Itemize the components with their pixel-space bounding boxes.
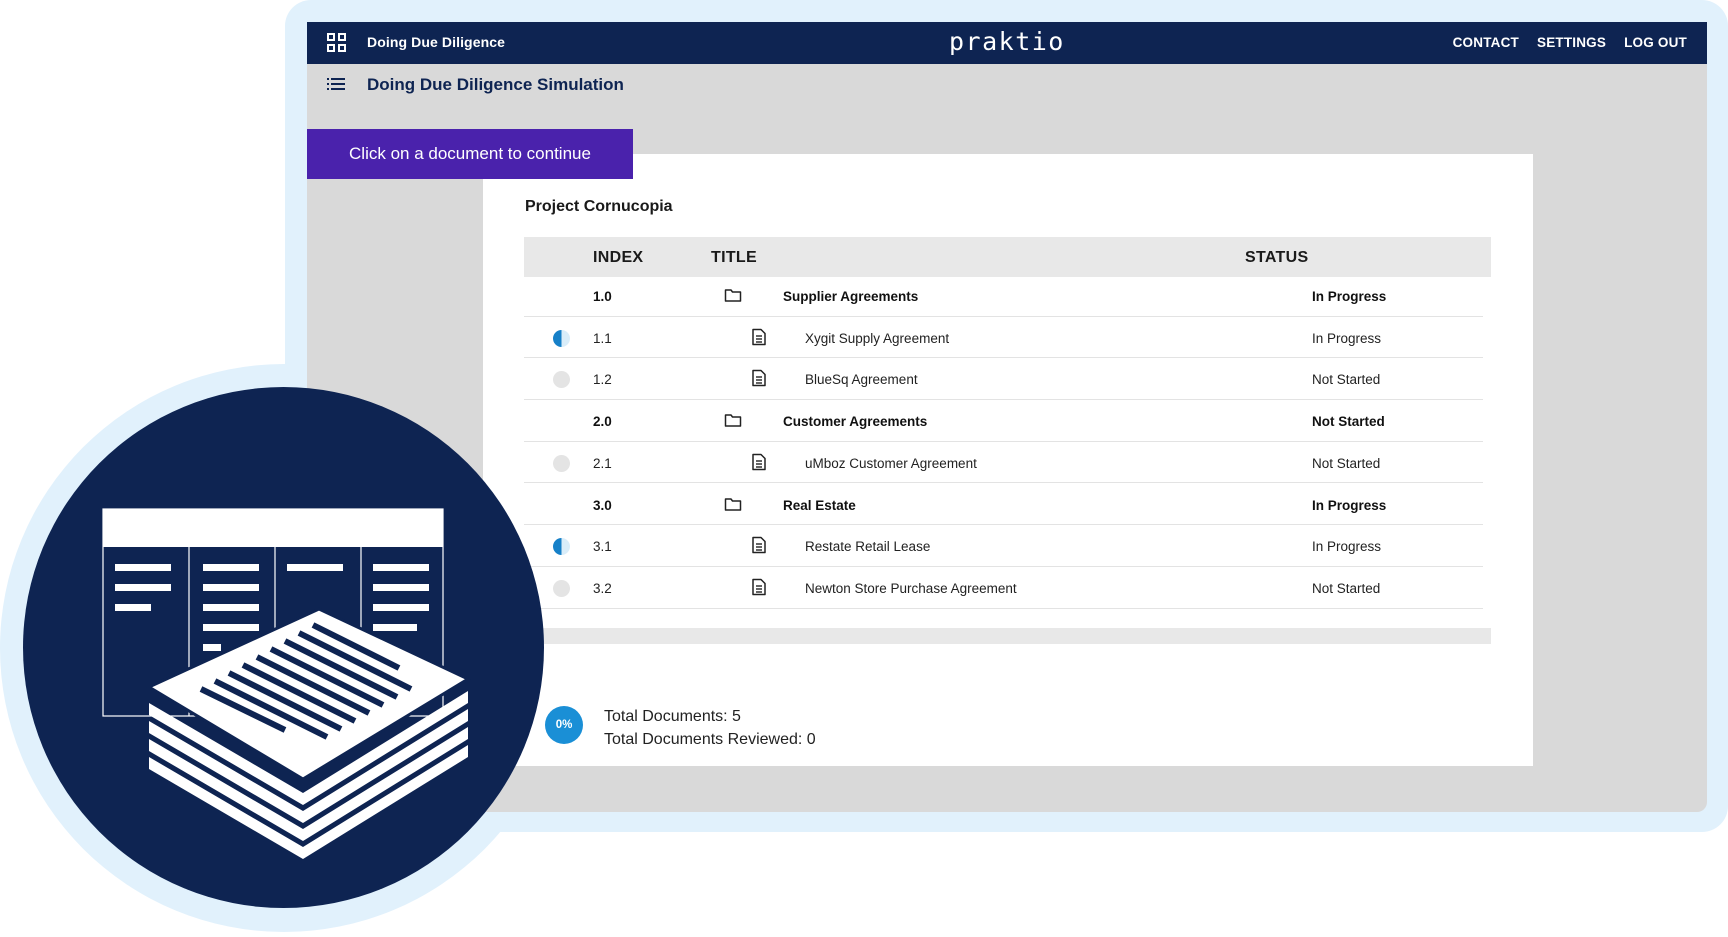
stage: { "app": { "name": "Doing Due Diligence"… (0, 0, 1728, 937)
column-header-index: INDEX (593, 249, 644, 266)
folder-row: 3.0 Real Estate In Progress (524, 484, 1483, 526)
folder-icon (724, 287, 742, 303)
document-row[interactable]: 3.1 Restate Retail Lease In Progress (524, 525, 1483, 567)
progress-half-indicator (553, 329, 570, 347)
column-header-title: TITLE (711, 249, 757, 266)
progress-empty-indicator (553, 579, 570, 597)
column-header-status: STATUS (1245, 249, 1309, 266)
document-row[interactable]: 1.1 Xygit Supply Agreement In Progress (524, 317, 1483, 359)
brand-logo: praktio (949, 27, 1065, 56)
total-documents-reviewed: Total Documents Reviewed: 0 (604, 731, 816, 748)
document-icon (751, 328, 767, 346)
folder-row: 2.0 Customer Agreements Not Started (524, 400, 1483, 442)
folder-icon (724, 496, 742, 512)
row-index: 1.0 (593, 289, 612, 304)
folder-row: 1.0 Supplier Agreements In Progress (524, 275, 1483, 317)
document-title-link[interactable]: Restate Retail Lease (805, 539, 930, 554)
row-index: 3.1 (593, 539, 612, 555)
row-index: 2.1 (593, 455, 612, 471)
nav-logout-link[interactable]: LOG OUT (1624, 35, 1687, 50)
row-status: In Progress (1312, 497, 1387, 513)
folder-title: Supplier Agreements (783, 289, 919, 304)
document-icon (751, 369, 767, 387)
row-index: 1.1 (593, 330, 612, 346)
document-title-link[interactable]: Newton Store Purchase Agreement (805, 581, 1017, 596)
document-title-link[interactable]: uMboz Customer Agreement (805, 456, 977, 471)
menu-list-icon[interactable] (327, 78, 347, 92)
row-status: In Progress (1312, 330, 1382, 346)
continue-instruction-banner[interactable]: Click on a document to continue (307, 129, 633, 179)
row-index: 2.0 (593, 414, 612, 430)
document-row[interactable]: 3.2 Newton Store Purchase Agreement Not St… (524, 567, 1483, 609)
nav-settings-link[interactable]: SETTINGS (1537, 35, 1606, 50)
row-status: Not Started (1312, 414, 1385, 430)
folder-title: Real Estate (783, 497, 856, 513)
folder-icon (724, 412, 742, 428)
app-name: Doing Due Diligence (367, 34, 506, 50)
table-footer-strip (524, 628, 1491, 644)
top-navigation-bar: Doing Due Diligence praktio CONTACT SETT… (307, 22, 1707, 64)
simulation-title: Doing Due Diligence Simulation (367, 75, 624, 94)
document-title-link[interactable]: Xygit Supply Agreement (805, 331, 949, 346)
document-icon (751, 536, 767, 554)
folder-title: Customer Agreements (783, 414, 928, 430)
row-status: Not Started (1312, 372, 1381, 388)
top-nav: CONTACT SETTINGS LOG OUT (1453, 35, 1687, 50)
app-grid-icon[interactable] (327, 33, 347, 53)
document-icon (751, 578, 767, 596)
documents-illustration (23, 387, 544, 908)
progress-half-indicator (553, 538, 570, 556)
row-status: Not Started (1312, 455, 1381, 471)
project-title: Project Cornucopia (525, 198, 673, 215)
progress-empty-indicator (553, 371, 570, 389)
simulation-header: Doing Due Diligence Simulation (307, 64, 1707, 108)
row-status: In Progress (1312, 539, 1382, 555)
nav-contact-link[interactable]: CONTACT (1453, 35, 1519, 50)
document-title-link[interactable]: BlueSq Agreement (805, 372, 918, 387)
row-status: Not Started (1312, 580, 1381, 596)
document-index-card: Project Cornucopia INDEX TITLE STATUS 1.… (483, 154, 1533, 766)
row-index: 1.2 (593, 372, 612, 388)
document-icon (751, 453, 767, 471)
row-status: In Progress (1312, 289, 1387, 304)
review-progress-badge: 0% (545, 706, 583, 744)
row-index: 3.2 (593, 580, 612, 596)
document-row[interactable]: 1.2 BlueSq Agreement Not Started (524, 358, 1483, 401)
row-index: 3.0 (593, 497, 612, 513)
document-stack-illustration (102, 508, 472, 859)
table-header: INDEX TITLE STATUS (524, 237, 1491, 277)
total-documents: Total Documents: 5 (604, 708, 741, 725)
document-row[interactable]: 2.1 uMboz Customer Agreement Not Started (524, 442, 1483, 484)
progress-empty-indicator (553, 454, 570, 472)
